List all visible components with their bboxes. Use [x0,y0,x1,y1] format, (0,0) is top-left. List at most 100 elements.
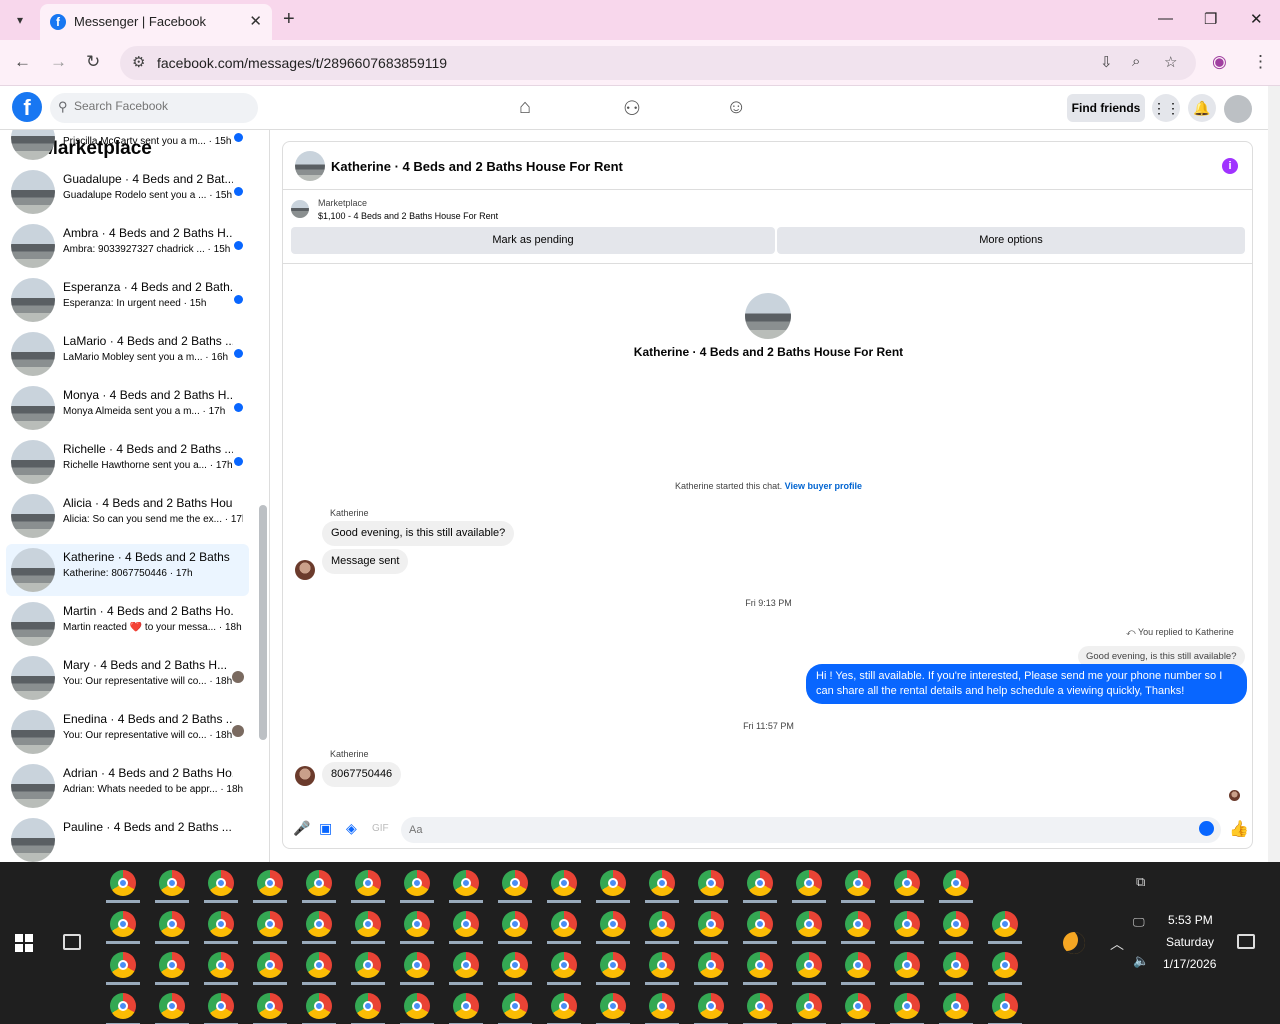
message-input[interactable] [401,817,1221,843]
taskbar-app-icon[interactable] [992,993,1018,1019]
taskbar-app-icon[interactable] [649,993,675,1019]
profile-icon[interactable]: ◉ [1212,52,1227,72]
taskbar-app-icon[interactable] [845,993,871,1019]
page-scrollbar[interactable] [1268,86,1280,862]
taskbar-app-icon[interactable] [600,993,626,1019]
conversation-item[interactable]: Monya · 4 Beds and 2 Baths H... Monya Alm… [6,382,249,434]
photo-icon[interactable]: ▣ [319,820,332,837]
taskbar-app-icon[interactable] [159,911,185,937]
minimize-button[interactable]: — [1158,10,1173,27]
conversation-item[interactable]: Alicia · 4 Beds and 2 Baths Hou... Alicia… [6,490,249,542]
taskbar-app-icon[interactable] [992,952,1018,978]
taskbar-app-icon[interactable] [747,952,773,978]
thumbs-up-icon[interactable]: 👍 [1229,819,1249,839]
view-buyer-profile-link[interactable]: View buyer profile [785,481,862,491]
taskbar-app-icon[interactable] [600,911,626,937]
bookmark-star-icon[interactable]: ☆ [1164,53,1177,71]
taskbar-app-icon[interactable] [943,911,969,937]
start-windows-icon[interactable] [15,934,33,952]
chat-avatar[interactable] [295,151,325,181]
taskbar-app-icon[interactable] [551,952,577,978]
taskbar-app-icon[interactable] [845,952,871,978]
taskbar-app-icon[interactable] [698,993,724,1019]
taskbar-app-icon[interactable] [649,911,675,937]
find-friends-button[interactable]: Find friends [1067,94,1145,122]
taskbar-app-icon[interactable] [110,952,136,978]
taskbar-app-icon[interactable] [257,911,283,937]
sender-avatar[interactable] [295,766,315,786]
notifications-bell-icon[interactable]: 🔔 [1188,94,1216,122]
taskbar-app-icon[interactable] [894,952,920,978]
more-options-button[interactable]: More options [777,227,1245,254]
weather-moon-icon[interactable] [1063,932,1085,954]
taskbar-app-icon[interactable] [306,870,332,896]
taskbar-app-icon[interactable] [943,993,969,1019]
account-avatar[interactable] [1224,95,1252,123]
taskbar-app-icon[interactable] [943,870,969,896]
browser-menu-icon[interactable]: ⋮ [1252,52,1269,72]
taskbar-app-icon[interactable] [257,952,283,978]
conversation-item[interactable]: LaMario · 4 Beds and 2 Baths ... LaMario … [6,328,249,380]
sidebar-scrollbar-thumb[interactable] [259,505,267,740]
taskbar-app-icon[interactable] [453,952,479,978]
taskbar-app-icon[interactable] [208,952,234,978]
conversation-item[interactable]: Adrian · 4 Beds and 2 Baths Ho... Adrian:… [6,760,249,812]
conversation-item[interactable]: Mary · 4 Beds and 2 Baths H... You: Our r… [6,652,249,704]
new-tab-button[interactable]: + [283,8,295,31]
taskbar-app-icon[interactable] [502,952,528,978]
taskbar-app-icon[interactable] [159,993,185,1019]
clock-date[interactable]: 1/17/2026 [1163,957,1216,971]
taskbar-app-icon[interactable] [845,870,871,896]
taskbar-app-icon[interactable] [159,870,185,896]
taskbar-app-icon[interactable] [355,870,381,896]
taskbar-app-icon[interactable] [110,870,136,896]
taskbar-app-icon[interactable] [110,911,136,937]
taskbar-app-icon[interactable] [796,870,822,896]
taskbar-app-icon[interactable] [502,993,528,1019]
taskbar-app-icon[interactable] [551,993,577,1019]
taskbar-app-icon[interactable] [502,870,528,896]
taskbar-app-icon[interactable] [698,952,724,978]
taskbar-app-icon[interactable] [992,911,1018,937]
show-hidden-icons-chevron-icon[interactable]: ︿ [1110,934,1124,954]
taskbar-app-icon[interactable] [257,870,283,896]
taskbar-app-icon[interactable] [355,952,381,978]
conversation-item[interactable]: Pauline · 4 Beds and 2 Baths ... [6,814,249,862]
taskbar-app-icon[interactable] [208,911,234,937]
back-button[interactable]: ← [14,52,31,72]
taskbar-app-icon[interactable] [502,911,528,937]
incoming-message[interactable]: Message sent [322,549,409,574]
taskbar-app-icon[interactable] [600,870,626,896]
incoming-message[interactable]: Good evening, is this still available? [322,521,515,546]
taskbar-app-icon[interactable] [649,952,675,978]
conversation-item[interactable]: Enedina · 4 Beds and 2 Baths ... You: Our… [6,706,249,758]
taskbar-app-icon[interactable] [453,911,479,937]
taskbar-app-icon[interactable] [943,952,969,978]
taskbar-app-icon[interactable] [208,870,234,896]
taskbar-app-icon[interactable] [600,952,626,978]
reload-button[interactable]: ↻ [86,52,100,72]
taskbar-app-icon[interactable] [404,993,430,1019]
clock-day[interactable]: Saturday [1166,935,1214,949]
taskbar-app-icon[interactable] [453,993,479,1019]
groups-icon[interactable]: ☺ [726,96,746,119]
conversation-item[interactable]: Katherine · 4 Beds and 2 Baths ... Kather… [6,544,249,596]
taskbar-app-icon[interactable] [894,870,920,896]
address-bar[interactable]: ⚙ facebook.com/messages/t/28966076838591… [120,46,1196,80]
sticker-icon[interactable]: ◈ [346,820,357,837]
mark-pending-button[interactable]: Mark as pending [291,227,775,254]
taskbar-app-icon[interactable] [698,911,724,937]
conversation-item[interactable]: Richelle · 4 Beds and 2 Baths ... Richell… [6,436,249,488]
taskbar-app-icon[interactable] [796,952,822,978]
taskbar-app-icon[interactable] [845,911,871,937]
camera-tray-icon[interactable]: ⧉ [1136,874,1145,890]
close-tab-icon[interactable]: ✕ [249,12,262,30]
outgoing-message[interactable]: Hi ! Yes, still available. If you're int… [806,664,1247,704]
taskbar-app-icon[interactable] [306,911,332,937]
microphone-icon[interactable]: 🎤 [293,820,310,837]
zoom-icon[interactable]: ⌕ [1132,53,1140,70]
taskbar-app-icon[interactable] [796,911,822,937]
taskbar-app-icon[interactable] [453,870,479,896]
clock-time[interactable]: 5:53 PM [1168,913,1213,927]
taskbar-app-icon[interactable] [551,911,577,937]
